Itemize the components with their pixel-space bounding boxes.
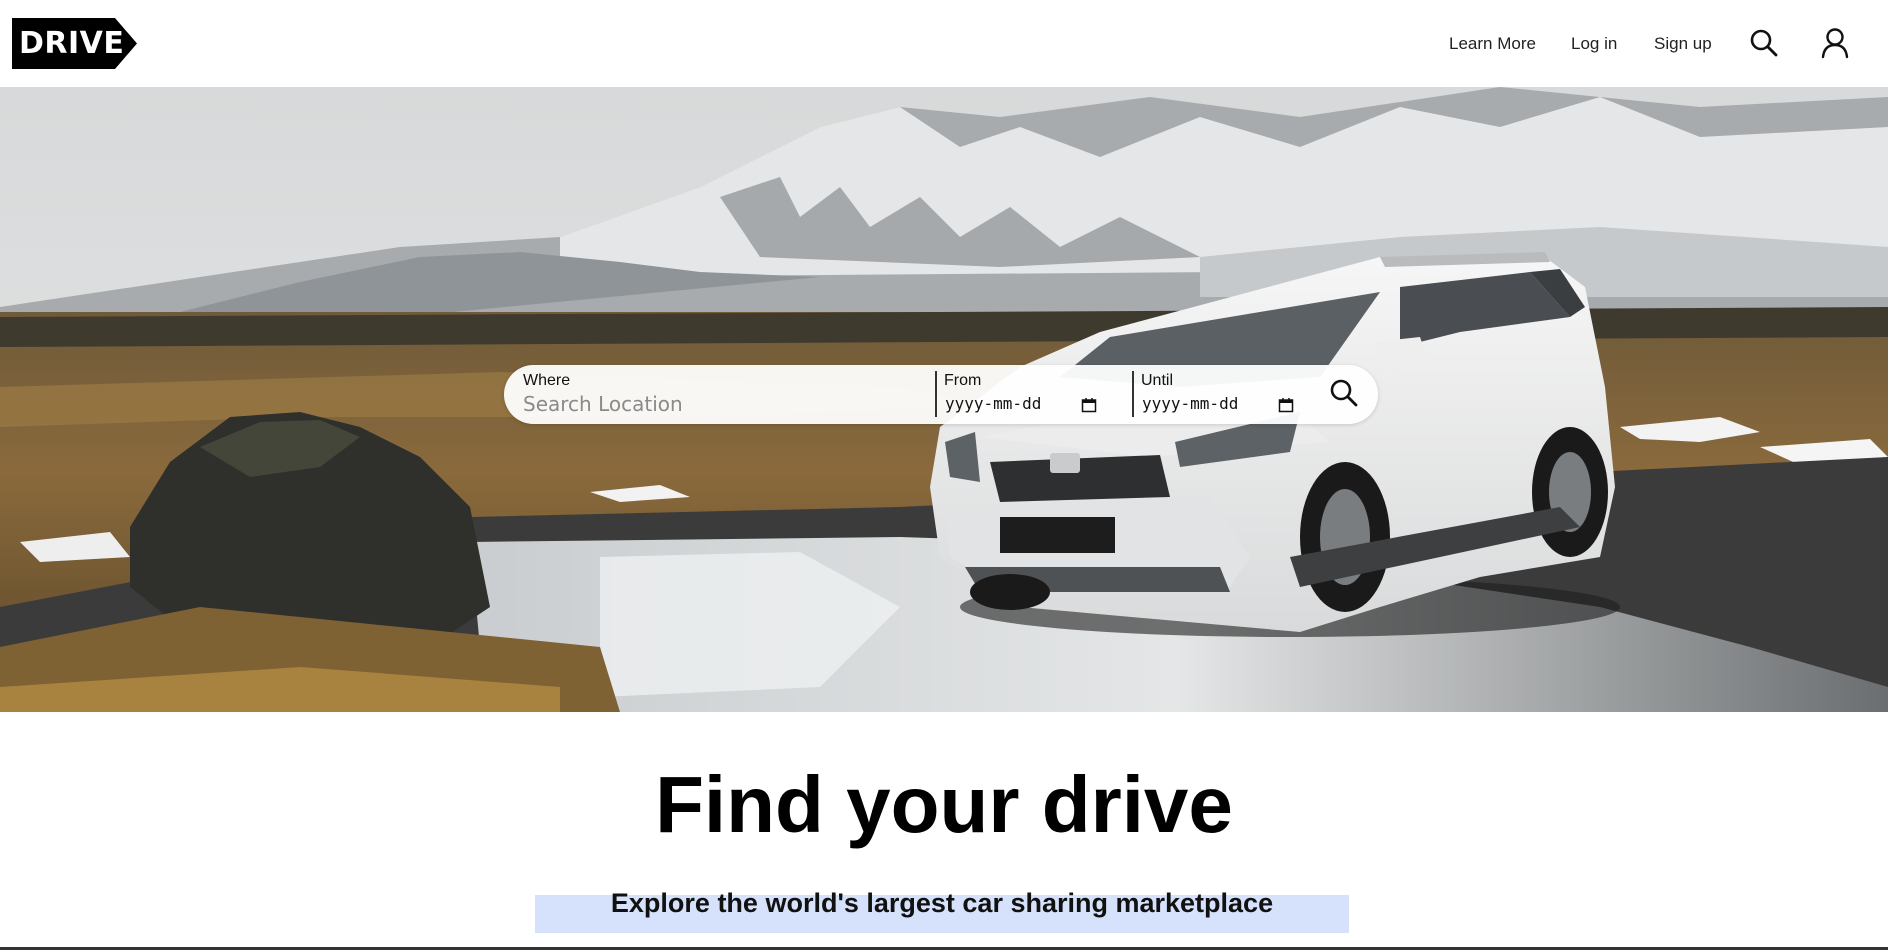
site-header: DRIVE Learn More Log in Sign up (0, 0, 1888, 87)
nav-learn-more-link[interactable]: Learn More (1449, 34, 1536, 54)
from-date-input[interactable]: yyyy-mm-dd (945, 394, 1097, 416)
page-subheadline: Explore the world's largest car sharing … (610, 888, 1274, 918)
drive-logo[interactable]: DRIVE (12, 18, 137, 69)
from-label: From (944, 372, 982, 389)
search-icon (1330, 379, 1358, 407)
field-divider (1132, 371, 1134, 417)
until-date-value: yyyy-mm-dd (1142, 394, 1239, 413)
user-icon[interactable] (1818, 26, 1852, 60)
from-date-value: yyyy-mm-dd (945, 394, 1042, 413)
until-label: Until (1141, 372, 1174, 389)
nav-log-in-link[interactable]: Log in (1571, 34, 1617, 54)
calendar-icon[interactable] (1278, 397, 1294, 413)
calendar-icon[interactable] (1081, 397, 1097, 413)
search-bar: Where From yyyy-mm-dd Until yyyy-mm-dd (504, 365, 1378, 424)
search-submit-button[interactable] (1327, 376, 1363, 412)
location-search-input[interactable] (523, 391, 903, 417)
until-date-input[interactable]: yyyy-mm-dd (1142, 394, 1294, 416)
search-icon[interactable] (1748, 27, 1782, 61)
logo-text: DRIVE (19, 26, 125, 61)
page-headline: Find your drive (655, 760, 1233, 849)
hero-image: Where From yyyy-mm-dd Until yyyy-mm-dd (0, 87, 1888, 712)
field-divider (935, 371, 937, 417)
nav-sign-up-link[interactable]: Sign up (1654, 34, 1712, 54)
where-label: Where (523, 372, 571, 389)
